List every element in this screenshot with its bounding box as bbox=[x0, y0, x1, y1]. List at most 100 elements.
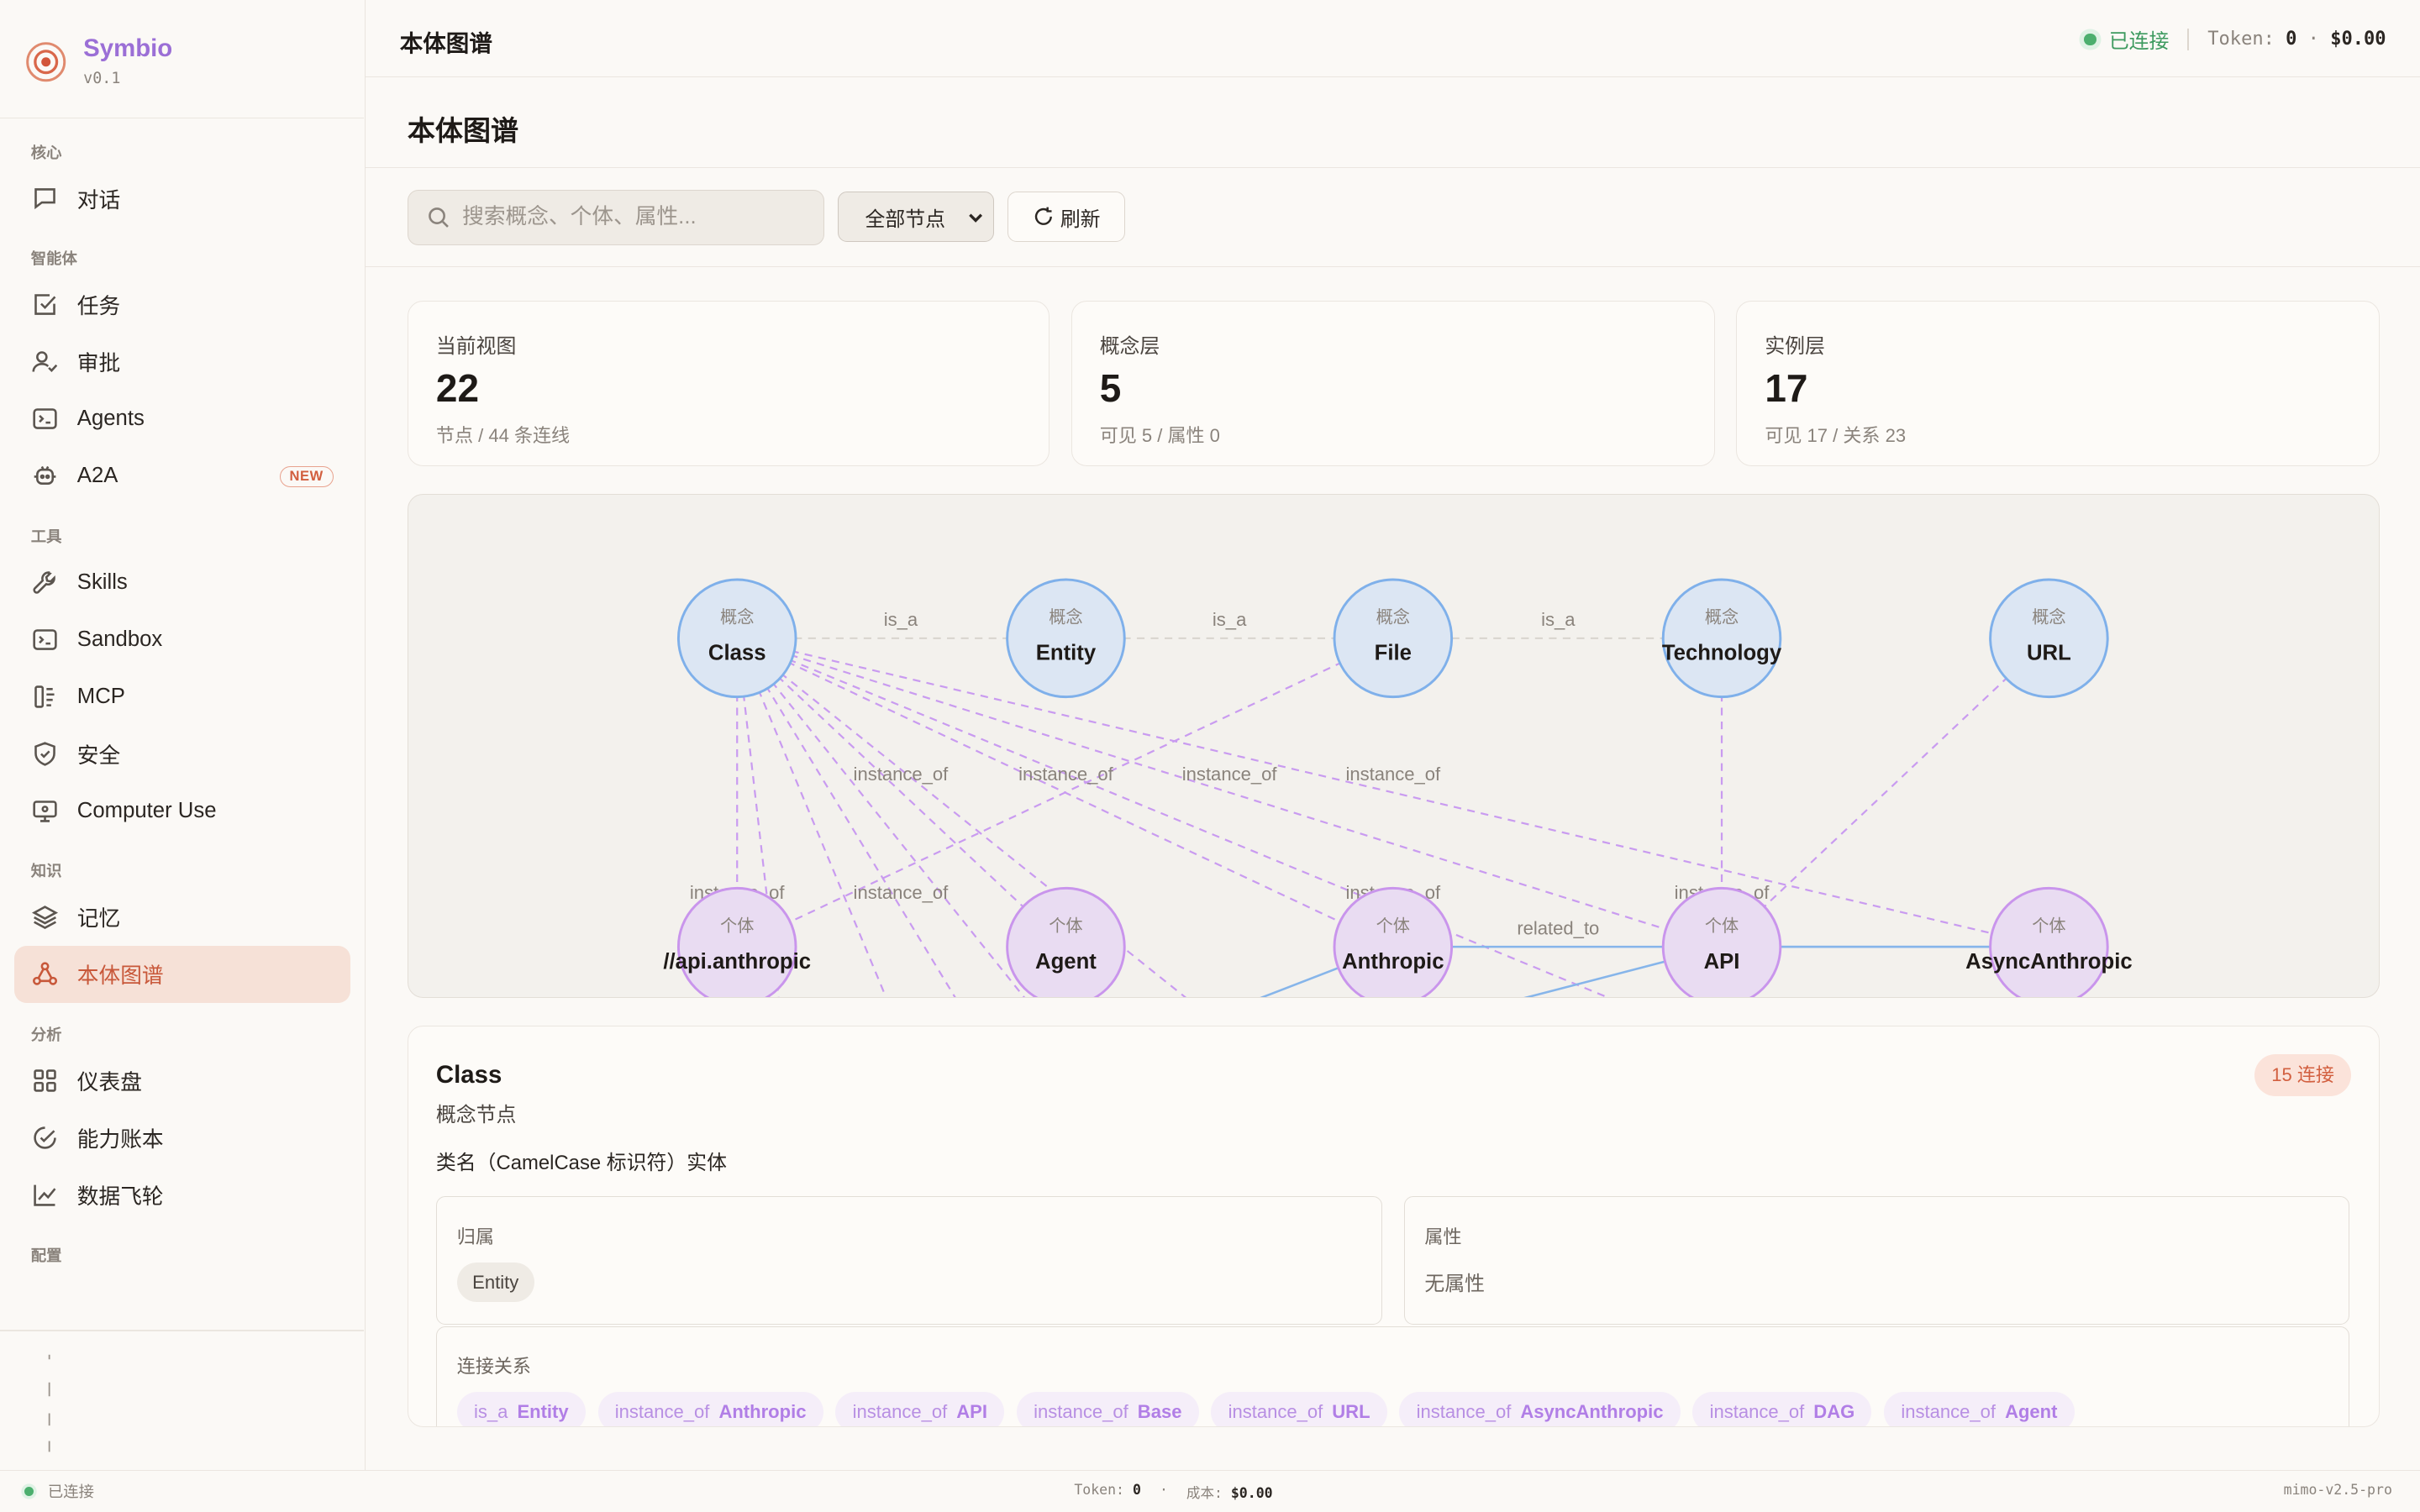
token-label: Token: bbox=[2207, 29, 2275, 50]
relation-chip[interactable]: instance_of URL bbox=[1211, 1391, 1387, 1426]
nav-section-config: 配置 bbox=[30, 1246, 62, 1264]
node-tag: 个体 bbox=[1705, 916, 1739, 936]
header-status: 已连接 Token: 0 · $0.00 bbox=[2084, 24, 2386, 54]
node-tag: 概念 bbox=[720, 606, 754, 627]
edge-instance-of bbox=[1721, 637, 2050, 948]
sidebar-item-computer-use[interactable]: Computer Use bbox=[14, 782, 350, 839]
node-label: Class bbox=[708, 641, 766, 664]
relation-chip[interactable]: instance_of Agent bbox=[1884, 1391, 2075, 1426]
sidebar-item-label: 安全 bbox=[76, 743, 121, 768]
parent-chip[interactable]: Entity bbox=[456, 1262, 534, 1303]
nav-section-tools: 工具 bbox=[30, 527, 62, 545]
separator-dot: · bbox=[2307, 29, 2319, 50]
concept-node-technology[interactable]: 概念 Technology bbox=[1661, 578, 1782, 698]
sidebar-item-label: Skills bbox=[76, 570, 128, 594]
sidebar-item-label: 本体图谱 bbox=[76, 964, 164, 989]
node-label: URL bbox=[2027, 641, 2071, 664]
instance-node-agent[interactable]: 个体 Agent bbox=[1006, 886, 1126, 998]
relations-label: 连接关系 bbox=[456, 1356, 531, 1378]
sidebar-item-security[interactable]: 安全 bbox=[14, 725, 350, 782]
relation-chip-list: is_a Entity instance_of Anthropic instance… bbox=[456, 1391, 2075, 1426]
footer-connection-dot bbox=[24, 1486, 34, 1496]
edge-label-related-to: related_to bbox=[1517, 917, 1599, 938]
top-header: 本体图谱 已连接 Token: 0 · $0.00 bbox=[366, 0, 2420, 77]
relation-chip[interactable]: instance_of Anthropic bbox=[597, 1391, 823, 1426]
sidebar-item-a2a[interactable]: A2A NEW bbox=[14, 448, 350, 505]
status-divider bbox=[2187, 29, 2190, 50]
dashboard-icon bbox=[34, 1069, 56, 1092]
edge-label-is-a: is_a bbox=[1541, 609, 1576, 630]
stat-card-instance-layer: 实例层 17 可见 17 / 关系 23 bbox=[1736, 301, 2381, 466]
sidebar-item-ontology[interactable]: 本体图谱 bbox=[13, 945, 350, 1003]
instance-node-api-anthropic[interactable]: 个体 //api.anthropic bbox=[663, 886, 811, 998]
approval-icon bbox=[32, 351, 57, 373]
task-icon bbox=[34, 294, 56, 316]
stat-sub: 可见 5 / 属性 0 bbox=[1099, 424, 1220, 446]
instance-node-asyncanthropic[interactable]: 个体 AsyncAnthropic bbox=[1965, 886, 2133, 998]
relation-chip[interactable]: instance_of Base bbox=[1016, 1391, 1199, 1426]
footer-cost-label: 成本: bbox=[1186, 1485, 1223, 1502]
node-label: Technology bbox=[1662, 641, 1782, 664]
node-label: API bbox=[1703, 950, 1739, 974]
footer-status: 已连接 bbox=[47, 1483, 94, 1501]
relation-chip[interactable]: instance_of API bbox=[835, 1391, 1005, 1426]
sidebar-item-memory[interactable]: 记忆 bbox=[14, 889, 350, 946]
sidebar-bottom-divider bbox=[0, 1330, 365, 1332]
node-label: Anthropic bbox=[1342, 950, 1444, 974]
sidebar-item-approval[interactable]: 审批 bbox=[14, 333, 350, 391]
node-label: Agent bbox=[1035, 950, 1097, 974]
sidebar-item-skills[interactable]: Skills bbox=[14, 554, 350, 611]
relation-chip[interactable]: instance_of DAG bbox=[1692, 1391, 1872, 1426]
sidebar-item-label: 仪表盘 bbox=[76, 1071, 142, 1095]
layers-icon bbox=[31, 906, 58, 930]
related-to-edges bbox=[1065, 945, 2049, 998]
search-input[interactable] bbox=[462, 205, 802, 230]
sidebar-item-label: 审批 bbox=[76, 352, 121, 376]
plug-icon bbox=[34, 685, 55, 708]
sidebar-nav: 核心 对话 智能体 任务 审批 Agents A2A NEW 工具 Skills… bbox=[0, 136, 364, 1273]
brand[interactable]: Symbio v0.1 bbox=[24, 34, 172, 87]
app-root: Symbio v0.1 核心 对话 智能体 任务 审批 Agents A2A N… bbox=[0, 0, 2420, 1504]
sidebar-item-chat[interactable]: 对话 bbox=[14, 170, 350, 227]
concept-node-url[interactable]: 概念 URL bbox=[1989, 578, 2109, 698]
footer-token-value: 0 bbox=[1132, 1482, 1141, 1499]
ontology-graph-canvas[interactable]: is_a is_a is_a instance_of instance_of i… bbox=[407, 493, 2381, 999]
monitor-icon bbox=[33, 800, 57, 822]
sidebar-item-tasks[interactable]: 任务 bbox=[14, 276, 350, 333]
sidebar-item-dashboard[interactable]: 仪表盘 bbox=[14, 1053, 350, 1110]
refresh-button[interactable]: 刷新 bbox=[1007, 191, 1125, 243]
stat-label: 概念层 bbox=[1099, 335, 1160, 359]
sidebar-item-label: A2A bbox=[76, 464, 118, 488]
graph-svg[interactable]: is_a is_a is_a instance_of instance_of i… bbox=[408, 495, 2380, 999]
relation-chip[interactable]: is_a Entity bbox=[456, 1391, 586, 1426]
sidebar-item-sandbox[interactable]: Sandbox bbox=[14, 611, 350, 668]
stat-label: 实例层 bbox=[1765, 335, 1825, 359]
sidebar-item-flywheel[interactable]: 数据飞轮 bbox=[14, 1166, 350, 1223]
concept-node-file[interactable]: 概念 File bbox=[1333, 578, 1453, 698]
sidebar-item-label: Computer Use bbox=[76, 798, 217, 822]
footer-token-label: Token: bbox=[1074, 1482, 1124, 1499]
instance-node-anthropic[interactable]: 个体 Anthropic bbox=[1333, 886, 1453, 998]
instance-node-api[interactable]: 个体 API bbox=[1661, 886, 1782, 998]
sidebar-item-mcp[interactable]: MCP bbox=[14, 668, 350, 725]
node-tag: 个体 bbox=[720, 916, 754, 936]
nav-section-agents: 智能体 bbox=[30, 249, 77, 268]
node-filter-select[interactable]: 全部节点 bbox=[838, 191, 994, 243]
node-tag: 概念 bbox=[2032, 606, 2065, 627]
concept-node-class[interactable]: 概念 Class bbox=[676, 578, 797, 698]
relations-box: 连接关系 is_a Entity instance_of Anthropic ins… bbox=[435, 1326, 2350, 1426]
node-detail-panel: Class 概念节点 类名（CamelCase 标识符）实体 15 连接 归属 … bbox=[407, 1026, 2381, 1427]
search-box[interactable] bbox=[407, 189, 824, 245]
sidebar-item-label: MCP bbox=[76, 684, 125, 708]
concept-node-entity[interactable]: 概念 Entity bbox=[1006, 578, 1126, 698]
relation-chip[interactable]: instance_of AsyncAnthropic bbox=[1399, 1391, 1681, 1426]
node-tag: 概念 bbox=[1049, 606, 1082, 627]
sidebar-item-agents[interactable]: Agents bbox=[14, 391, 350, 448]
footer-cost-value: $0.00 bbox=[1230, 1485, 1273, 1502]
node-tag: 概念 bbox=[1705, 606, 1739, 627]
nav-section-core: 核心 bbox=[30, 143, 62, 161]
detail-title: Class bbox=[435, 1060, 502, 1089]
stat-sub: 可见 17 / 关系 23 bbox=[1765, 424, 1907, 446]
chart-line-icon bbox=[34, 1184, 56, 1206]
sidebar-item-ledger[interactable]: 能力账本 bbox=[14, 1109, 350, 1166]
